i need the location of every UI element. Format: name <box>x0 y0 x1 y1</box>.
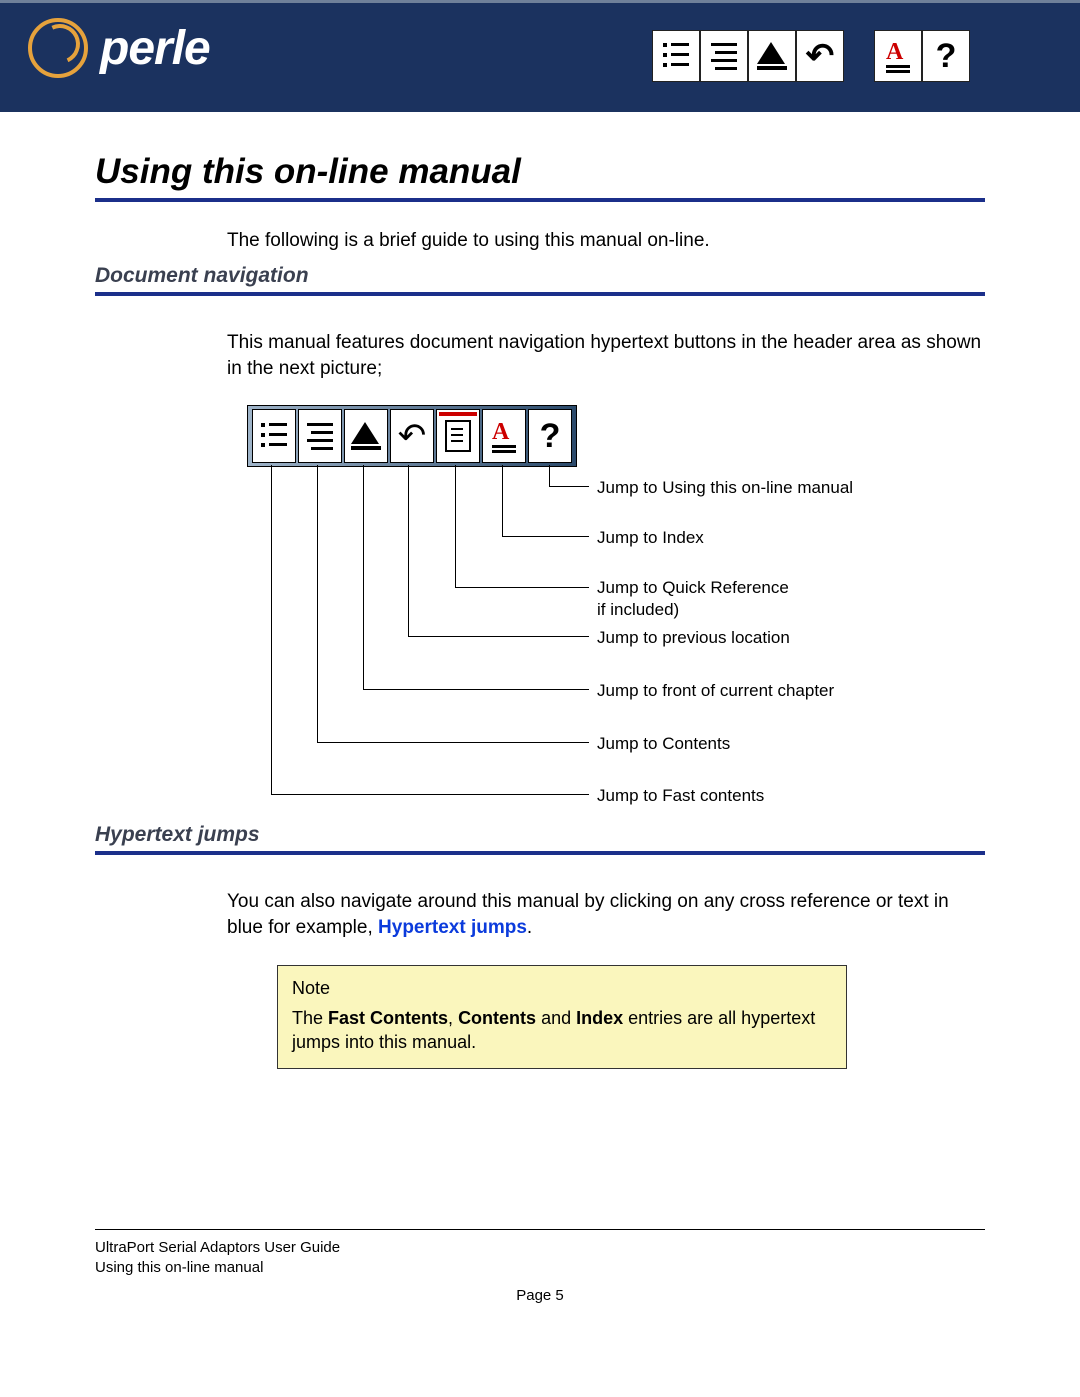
help-icon[interactable] <box>922 30 970 82</box>
brand-name: perle <box>100 21 210 76</box>
callout-line <box>271 465 589 795</box>
diagram-previous-location-icon <box>390 409 434 463</box>
header-nav-icons: A <box>652 30 970 82</box>
index-icon[interactable]: A <box>874 30 922 82</box>
callout-contents: Jump to Contents <box>597 733 730 754</box>
nav-diagram: A Jump to Using this on-line manual Jump… <box>227 405 985 815</box>
callout-quickref: Jump to Quick Referenceif included) <box>597 577 789 620</box>
contents-icon[interactable] <box>700 30 748 82</box>
page-footer: UltraPort Serial Adaptors User Guide Usi… <box>95 1229 985 1334</box>
fast-contents-icon[interactable] <box>652 30 700 82</box>
diagram-quick-ref-icon <box>436 409 480 463</box>
callout-index: Jump to Index <box>597 527 704 548</box>
toolbar-illustration: A <box>247 405 577 467</box>
callout-help: Jump to Using this on-line manual <box>597 477 853 498</box>
section-hypertext-body: You can also navigate around this manual… <box>227 889 985 940</box>
hypertext-jumps-link[interactable]: Hypertext jumps <box>378 917 527 938</box>
note-box: Note The Fast Contents, Contents and Ind… <box>277 965 847 1070</box>
diagram-fast-contents-icon <box>252 409 296 463</box>
callout-prev: Jump to previous location <box>597 627 790 648</box>
intro-paragraph: The following is a brief guide to using … <box>227 230 985 252</box>
perle-logo-icon <box>28 18 88 78</box>
page-title: Using this on-line manual <box>95 152 985 202</box>
diagram-help-icon <box>528 409 572 463</box>
chapter-front-icon[interactable] <box>748 30 796 82</box>
header-bar: perle A <box>0 0 1080 112</box>
note-body: The Fast Contents, Contents and Index en… <box>292 1006 832 1055</box>
brand-logo: perle <box>28 18 210 78</box>
diagram-index-icon: A <box>482 409 526 463</box>
section-doc-nav-title: Document navigation <box>95 264 985 296</box>
note-title: Note <box>292 976 832 1000</box>
section-hypertext-title: Hypertext jumps <box>95 823 985 855</box>
diagram-contents-icon <box>298 409 342 463</box>
diagram-chapter-front-icon <box>344 409 388 463</box>
footer-doc-info: UltraPort Serial Adaptors User Guide Usi… <box>95 1238 985 1277</box>
header-top-rule <box>0 0 1080 3</box>
callout-chapter: Jump to front of current chapter <box>597 680 834 701</box>
callout-fastcontents: Jump to Fast contents <box>597 785 764 806</box>
page-number: Page 5 <box>95 1287 985 1334</box>
page-content: Using this on-line manual The following … <box>0 112 1080 1069</box>
previous-location-icon[interactable] <box>796 30 844 82</box>
section-doc-nav-body: This manual features document navigation… <box>227 330 985 381</box>
